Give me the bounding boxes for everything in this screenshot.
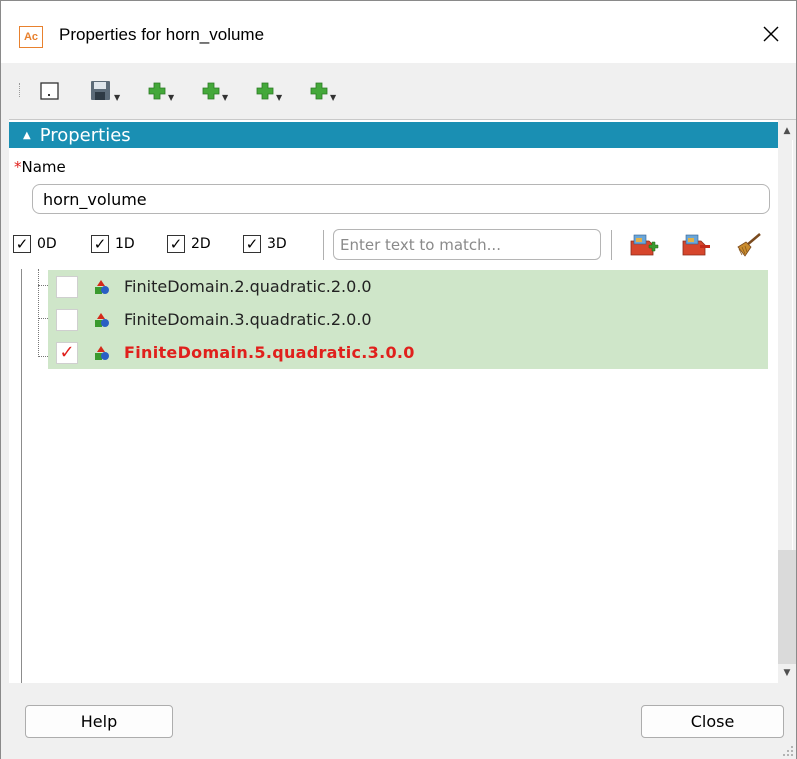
- add-dropdown-chevron-icon: ▼: [222, 92, 229, 102]
- checkbox-box: ✓: [167, 235, 185, 253]
- checkbox-3d-label: 3D: [267, 236, 287, 252]
- properties-section-header[interactable]: ▲ Properties: [9, 122, 778, 148]
- app-logo-icon: Ac: [19, 26, 43, 48]
- separator: [611, 230, 612, 260]
- domain-checkbox[interactable]: [56, 308, 78, 331]
- add-dropdown-chevron-icon: ▼: [330, 92, 337, 102]
- domain-list: FiniteDomain.2.quadratic.2.0.0 FiniteDom…: [21, 269, 768, 684]
- green-plus-icon: [148, 82, 166, 100]
- checkbox-box: ✓: [13, 235, 31, 253]
- dimension-filter-row: ✓ 0D ✓ 1D ✓ 2D ✓ 3D: [9, 228, 778, 262]
- domain-checkbox[interactable]: ✓: [56, 341, 78, 364]
- tree-connector: [38, 269, 39, 357]
- checkbox-1d[interactable]: ✓ 1D: [91, 233, 135, 255]
- save-button[interactable]: ▼: [89, 77, 120, 105]
- add-button-4[interactable]: ▼: [309, 77, 336, 105]
- scroll-down-arrow-icon[interactable]: ▼: [778, 664, 796, 682]
- help-button[interactable]: Help: [25, 705, 173, 738]
- broom-icon: [737, 233, 761, 257]
- dialog-footer: Help Close: [1, 683, 796, 759]
- name-label: *Name: [14, 158, 66, 176]
- domain-shapes-icon: [95, 312, 109, 327]
- add-button-1[interactable]: ▼: [147, 77, 174, 105]
- toolbar: ▼ ▼ ▼ ▼ ▼: [1, 63, 796, 119]
- properties-dialog: Ac Properties for horn_volume ▼ ▼ ▼ ▼ ▼ …: [0, 0, 797, 759]
- domain-shapes-icon: [95, 345, 109, 360]
- scrollbar-thumb[interactable]: [781, 140, 793, 550]
- collapse-triangle-icon: ▲: [23, 129, 31, 141]
- toolbar-grip: [19, 83, 21, 97]
- checkbox-3d[interactable]: ✓ 3D: [243, 233, 287, 255]
- checkbox-2d-label: 2D: [191, 236, 211, 252]
- section-title: Properties: [39, 124, 131, 146]
- close-icon: [763, 26, 779, 42]
- properties-view-button[interactable]: [39, 77, 61, 105]
- save-icon: [91, 81, 110, 100]
- match-filter-input[interactable]: [333, 229, 601, 260]
- panel-icon: [40, 82, 59, 100]
- checkbox-box: ✓: [243, 235, 261, 253]
- clear-button[interactable]: [733, 231, 763, 259]
- add-dropdown-chevron-icon: ▼: [276, 92, 283, 102]
- scrollbar-track[interactable]: [778, 550, 796, 664]
- resize-grip-icon[interactable]: [782, 745, 794, 757]
- domain-checkbox[interactable]: [56, 275, 78, 298]
- domain-label: FiniteDomain.2.quadratic.2.0.0: [124, 277, 372, 296]
- close-button[interactable]: Close: [641, 705, 784, 738]
- checkbox-0d-label: 0D: [37, 236, 57, 252]
- checkbox-2d[interactable]: ✓ 2D: [167, 233, 211, 255]
- list-item[interactable]: FiniteDomain.3.quadratic.2.0.0: [48, 303, 768, 336]
- title-bar: Ac Properties for horn_volume: [1, 1, 796, 63]
- domain-label: FiniteDomain.5.quadratic.3.0.0: [124, 343, 415, 362]
- add-domain-button[interactable]: [629, 231, 659, 259]
- scroll-up-arrow-icon[interactable]: ▲: [778, 122, 796, 140]
- domain-shapes-icon: [95, 279, 109, 294]
- required-marker: *: [14, 158, 22, 176]
- checkbox-box: ✓: [91, 235, 109, 253]
- green-plus-icon: [256, 82, 274, 100]
- add-button-3[interactable]: ▼: [255, 77, 282, 105]
- list-item[interactable]: ✓ FiniteDomain.5.quadratic.3.0.0: [48, 336, 768, 369]
- remove-from-collection-icon: [682, 234, 710, 256]
- properties-panel: ▲ Properties *Name ✓ 0D ✓ 1D ✓ 2D ✓ 3D: [9, 119, 796, 684]
- name-input[interactable]: [32, 184, 770, 214]
- green-plus-icon: [202, 82, 220, 100]
- separator: [323, 230, 324, 260]
- save-dropdown-chevron-icon: ▼: [114, 92, 121, 102]
- green-plus-icon: [310, 82, 328, 100]
- vertical-scrollbar[interactable]: ▲ ▼: [778, 120, 796, 684]
- add-to-collection-icon: [630, 234, 659, 256]
- domain-label: FiniteDomain.3.quadratic.2.0.0: [124, 310, 372, 329]
- add-dropdown-chevron-icon: ▼: [168, 92, 175, 102]
- add-button-2[interactable]: ▼: [201, 77, 228, 105]
- list-item[interactable]: FiniteDomain.2.quadratic.2.0.0: [48, 270, 768, 303]
- checkbox-0d[interactable]: ✓ 0D: [13, 233, 57, 255]
- window-close-button[interactable]: [756, 19, 786, 49]
- checkbox-1d-label: 1D: [115, 236, 135, 252]
- window-title: Properties for horn_volume: [59, 25, 265, 44]
- remove-domain-button[interactable]: [681, 231, 711, 259]
